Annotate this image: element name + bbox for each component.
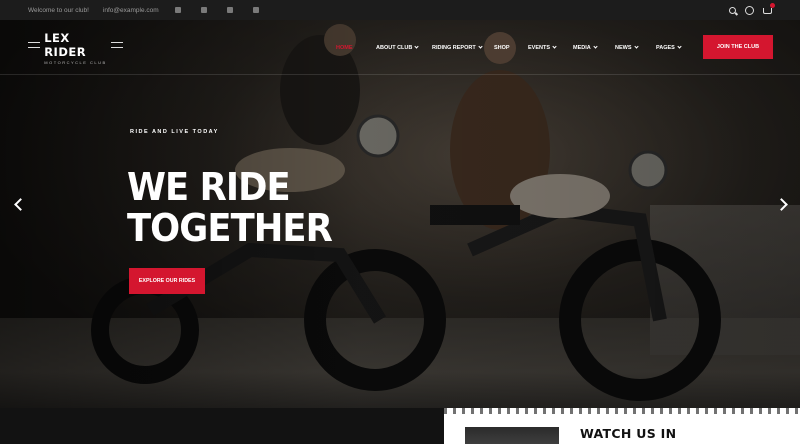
logo-name: LEX RIDER (44, 30, 87, 59)
explore-rides-button[interactable]: EXPLORE OUR RIDES (129, 268, 205, 294)
top-bar-actions (729, 3, 775, 15)
slider-prev-arrow-icon[interactable] (13, 197, 23, 211)
nav-item-news[interactable]: News (615, 44, 656, 51)
nav-item-pages[interactable]: Pages (656, 44, 696, 51)
main-nav: Home About club Riding report Shop Event… (336, 44, 696, 51)
chevron-down-icon (677, 44, 682, 49)
facebook-icon[interactable] (174, 7, 181, 13)
chevron-down-icon (414, 44, 419, 49)
watch-us-panel: WATCH US IN (444, 408, 800, 444)
nav-item-media[interactable]: Media (573, 44, 615, 51)
nav-item-shop[interactable]: Shop (494, 45, 528, 51)
email-link[interactable]: info@example.com (103, 7, 159, 14)
hero-overlay (0, 20, 800, 408)
nav-item-events[interactable]: Events (528, 44, 573, 51)
chevron-down-icon (593, 44, 598, 49)
hero-title-line-1: WE RIDE (127, 165, 291, 209)
top-bar: Welcome to our club! info@example.com (0, 0, 800, 20)
nav-item-riding-report[interactable]: Riding report (432, 44, 494, 51)
nav-item-about-club[interactable]: About club (376, 44, 432, 51)
cart-badge (770, 3, 775, 8)
main-header: LEX RIDER MOTORCYCLE CLUB Home About clu… (0, 20, 800, 75)
youtube-icon[interactable] (252, 7, 259, 13)
slider-next-arrow-icon[interactable] (778, 197, 788, 211)
welcome-text: Welcome to our club! (28, 6, 89, 14)
cart-icon[interactable] (763, 3, 775, 14)
hero-title: WE RIDE TOGETHER (127, 165, 333, 250)
chevron-down-icon (633, 44, 639, 49)
chevron-down-icon (478, 44, 483, 49)
twitter-icon[interactable] (226, 7, 233, 13)
social-links (174, 7, 259, 13)
watch-us-heading: WATCH US IN (580, 426, 677, 441)
hero-tagline: RIDE AND LIVE TODAY (130, 129, 219, 135)
logo-wing-left (28, 41, 41, 48)
grunge-edge (444, 408, 800, 414)
instagram-icon[interactable] (200, 7, 207, 13)
user-icon[interactable] (745, 5, 754, 15)
chevron-down-icon (552, 44, 557, 49)
hero-slider: LEX RIDER MOTORCYCLE CLUB Home About clu… (0, 20, 800, 408)
logo-wing-right (110, 41, 123, 48)
nav-item-home[interactable]: Home (336, 45, 376, 51)
video-thumbnail[interactable] (465, 427, 559, 444)
header-divider (0, 74, 800, 75)
logo-subtitle: MOTORCYCLE CLUB (44, 59, 107, 65)
search-icon[interactable] (729, 6, 736, 14)
hero-title-line-2: TOGETHER (127, 206, 333, 250)
site-logo[interactable]: LEX RIDER MOTORCYCLE CLUB (28, 31, 123, 65)
